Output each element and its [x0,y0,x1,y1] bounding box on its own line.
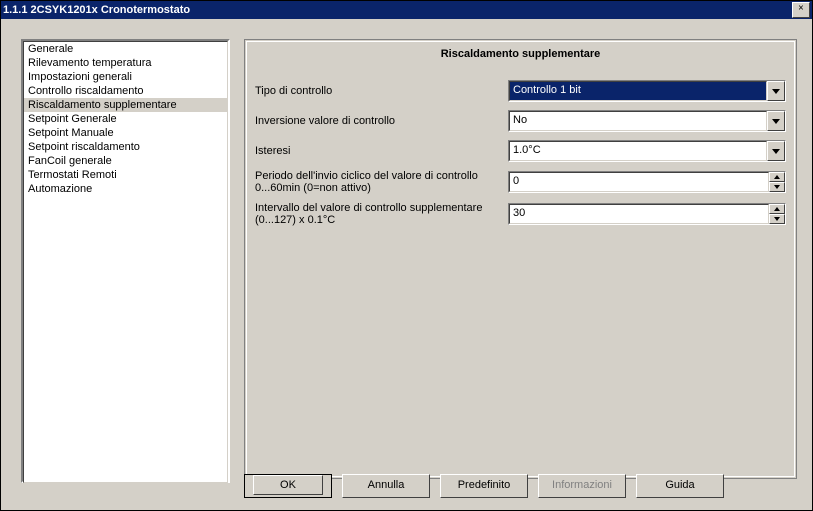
close-icon: × [798,3,804,14]
parameter-rows: Tipo di controlloControllo 1 bit Inversio… [255,80,786,234]
sidebar-item-1[interactable]: Rilevamento temperatura [24,56,227,70]
param-label-invert: Inversione valore di controllo [255,115,508,127]
dialog-window: 1.1.1 2CSYK1201x Cronotermostato × Gener… [0,0,813,511]
sidebar-item-10[interactable]: Automazione [24,182,227,196]
info-button: Informazioni [538,474,626,498]
sidebar-item-5[interactable]: Setpoint Generale [24,112,227,126]
category-sidebar: GeneraleRilevamento temperaturaImpostazi… [21,39,230,483]
sidebar-item-2[interactable]: Impostazioni generali [24,70,227,84]
sidebar-item-6[interactable]: Setpoint Manuale [24,126,227,140]
help-button[interactable]: Guida [636,474,724,498]
param-row-cyclic: Periodo dell'invio ciclico del valore di… [255,170,786,194]
cancel-button[interactable]: Annulla [342,474,430,498]
button-bar: OK Annulla Predefinito Informazioni Guid… [244,474,797,498]
spinner-cyclic[interactable]: 0 [508,171,786,193]
sidebar-item-9[interactable]: Termostati Remoti [24,168,227,182]
param-row-hysteresis: Isteresi1.0°C [255,140,786,162]
chevron-down-icon[interactable] [767,111,785,131]
title-bar: 1.1.1 2CSYK1201x Cronotermostato × [1,1,812,19]
dialog-panel: GeneraleRilevamento temperaturaImpostazi… [1,19,812,510]
combo-controlType[interactable]: Controllo 1 bit [508,80,786,102]
combo-invert[interactable]: No [508,110,786,132]
combo-value-invert: No [509,111,767,131]
parameter-groupbox: Riscaldamento supplementare Tipo di cont… [244,39,797,479]
spinner-down-icon[interactable] [769,182,785,192]
spinner-down-icon[interactable] [769,214,785,224]
group-title: Riscaldamento supplementare [245,48,796,60]
param-label-interval: Intervallo del valore di controllo suppl… [255,202,508,226]
combo-value-hysteresis: 1.0°C [509,141,767,161]
chevron-down-icon[interactable] [767,141,785,161]
sidebar-item-7[interactable]: Setpoint riscaldamento [24,140,227,154]
window-title: 1.1.1 2CSYK1201x Cronotermostato [3,1,190,19]
combo-hysteresis[interactable]: 1.0°C [508,140,786,162]
spinner-value-interval[interactable]: 30 [509,204,769,224]
sidebar-item-0[interactable]: Generale [24,42,227,56]
param-row-invert: Inversione valore di controlloNo [255,110,786,132]
spinner-up-icon[interactable] [769,204,785,214]
spinner-up-icon[interactable] [769,172,785,182]
default-button[interactable]: Predefinito [440,474,528,498]
sidebar-item-4[interactable]: Riscaldamento supplementare [24,98,227,112]
category-list: GeneraleRilevamento temperaturaImpostazi… [24,42,227,196]
param-row-controlType: Tipo di controlloControllo 1 bit [255,80,786,102]
ok-button[interactable]: OK [244,474,332,498]
combo-value-controlType: Controllo 1 bit [509,81,767,101]
param-label-controlType: Tipo di controllo [255,85,508,97]
content-area: Riscaldamento supplementare Tipo di cont… [244,39,797,479]
spinner-interval[interactable]: 30 [508,203,786,225]
param-label-hysteresis: Isteresi [255,145,508,157]
chevron-down-icon[interactable] [767,81,785,101]
sidebar-item-8[interactable]: FanCoil generale [24,154,227,168]
param-row-interval: Intervallo del valore di controllo suppl… [255,202,786,226]
close-button[interactable]: × [792,2,810,18]
sidebar-item-3[interactable]: Controllo riscaldamento [24,84,227,98]
param-label-cyclic: Periodo dell'invio ciclico del valore di… [255,170,508,194]
spinner-value-cyclic[interactable]: 0 [509,172,769,192]
